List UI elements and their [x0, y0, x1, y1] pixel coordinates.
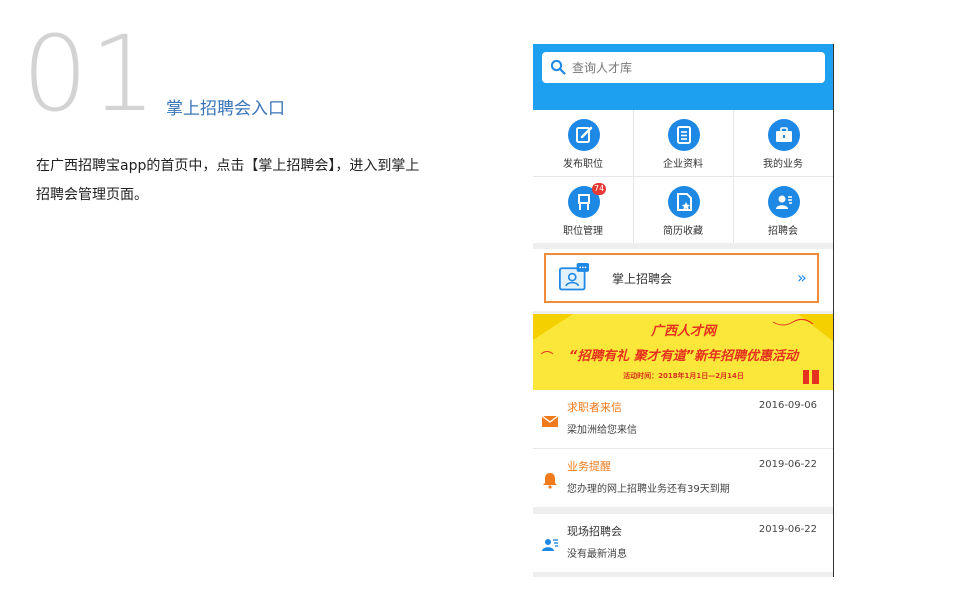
message-subtitle: 没有最新消息	[567, 549, 627, 560]
message-subtitle: 您办理的网上招聘业务还有39天到期	[567, 484, 730, 495]
message-item-applicant-letter[interactable]: 求职者来信 梁加洲给您来信 2016-09-06	[533, 390, 833, 448]
notification-badge: 74	[592, 183, 607, 195]
grid-item-resume-favorites[interactable]: 简历收藏	[633, 177, 733, 243]
promo-title: 广西人才网	[650, 324, 716, 339]
step-number: 01	[22, 13, 159, 135]
person-list-icon	[542, 539, 558, 551]
search-box[interactable]	[542, 52, 825, 83]
phone-screen: 发布职位 企业资料 我的业务 74 职位管理 简历收藏	[533, 44, 834, 577]
search-input[interactable]	[572, 52, 812, 83]
promo-dates: 活动时间：2018年1月1日—2月14日	[623, 372, 744, 380]
app-header	[533, 44, 833, 110]
message-title: 业务提醒	[567, 460, 611, 473]
grid-item-job-management[interactable]: 74 职位管理	[533, 177, 633, 243]
job-fair-entry-label: 掌上招聘会	[612, 272, 673, 286]
double-chevron-right-icon: »	[797, 268, 807, 287]
promo-banner[interactable]: 广西人才网 “招聘有礼 聚才有道”新年招聘优惠活动 活动时间：2018年1月1日…	[533, 314, 833, 390]
message-date: 2016-09-06	[758, 400, 817, 411]
message-subtitle: 梁加洲给您来信	[567, 425, 637, 436]
function-grid: 发布职位 企业资料 我的业务 74 职位管理 简历收藏 招聘会	[533, 110, 833, 243]
clipboard-icon	[668, 119, 700, 151]
edit-icon	[568, 119, 600, 151]
bell-icon	[543, 473, 557, 489]
briefcase-icon	[768, 119, 800, 151]
message-title: 现场招聘会	[567, 525, 622, 538]
message-item-onsite-job-fair[interactable]: 现场招聘会 没有最新消息 2019-06-22	[533, 514, 833, 572]
grid-item-job-fair[interactable]: 招聘会	[733, 177, 833, 243]
message-title: 求职者来信	[567, 401, 622, 414]
step-description: 在广西招聘宝app的首页中，点击【掌上招聘会】，进入到掌上招聘会管理页面。	[36, 158, 420, 203]
grid-item-company-info[interactable]: 企业资料	[633, 110, 733, 176]
job-fair-entry-button[interactable]: 掌上招聘会 »	[544, 253, 819, 303]
message-date: 2019-06-22	[758, 459, 817, 470]
envelope-icon	[541, 415, 559, 427]
chat-profile-icon	[559, 263, 589, 291]
person-list-icon	[768, 186, 800, 218]
star-document-icon	[668, 186, 700, 218]
message-item-business-reminder[interactable]: 业务提醒 您办理的网上招聘业务还有39天到期 2019-06-22	[533, 449, 833, 507]
search-icon	[550, 59, 566, 75]
grid-item-post-job[interactable]: 发布职位	[533, 110, 633, 176]
promo-slogan: “招聘有礼 聚才有道”新年招聘优惠活动	[568, 349, 799, 364]
job-fair-entry-section: 掌上招聘会 »	[533, 249, 833, 311]
grid-item-my-business[interactable]: 我的业务	[733, 110, 833, 176]
message-date: 2019-06-22	[758, 524, 817, 535]
step-title: 掌上招聘会入口	[166, 99, 285, 119]
